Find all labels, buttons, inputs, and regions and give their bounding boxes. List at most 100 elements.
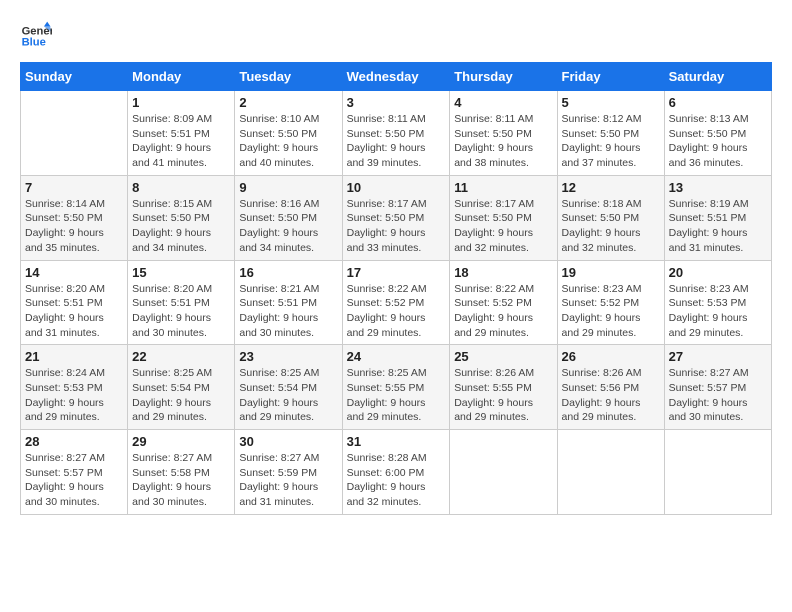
- day-number: 18: [454, 265, 552, 280]
- cell-0-4: 4 Sunrise: 8:11 AMSunset: 5:50 PMDaylight…: [450, 91, 557, 176]
- day-info: Sunrise: 8:27 AMSunset: 5:57 PMDaylight:…: [25, 451, 123, 510]
- cell-3-4: 25 Sunrise: 8:26 AMSunset: 5:55 PMDayligh…: [450, 345, 557, 430]
- day-number: 30: [239, 434, 337, 449]
- day-info: Sunrise: 8:27 AMSunset: 5:57 PMDaylight:…: [669, 366, 767, 425]
- day-number: 3: [347, 95, 446, 110]
- cell-4-3: 31 Sunrise: 8:28 AMSunset: 6:00 PMDayligh…: [342, 430, 450, 515]
- day-info: Sunrise: 8:16 AMSunset: 5:50 PMDaylight:…: [239, 197, 337, 256]
- cell-0-5: 5 Sunrise: 8:12 AMSunset: 5:50 PMDaylight…: [557, 91, 664, 176]
- cell-0-1: 1Sunrise: 8:09 AMSunset: 5:51 PMDaylight…: [128, 91, 235, 176]
- logo-icon: General Blue: [20, 20, 52, 52]
- cell-0-2: 2 Sunrise: 8:10 AMSunset: 5:50 PMDaylight…: [235, 91, 342, 176]
- day-number: 14: [25, 265, 123, 280]
- day-number: 11: [454, 180, 552, 195]
- cell-1-3: 10Sunrise: 8:17 AMSunset: 5:50 PMDayligh…: [342, 175, 450, 260]
- day-info: Sunrise: 8:20 AMSunset: 5:51 PMDaylight:…: [132, 282, 230, 341]
- cell-2-5: 19 Sunrise: 8:23 AMSunset: 5:52 PMDayligh…: [557, 260, 664, 345]
- day-info: Sunrise: 8:17 AMSunset: 5:50 PMDaylight:…: [347, 197, 446, 256]
- cell-4-2: 30Sunrise: 8:27 AMSunset: 5:59 PMDayligh…: [235, 430, 342, 515]
- cell-0-6: 6 Sunrise: 8:13 AMSunset: 5:50 PMDaylight…: [664, 91, 771, 176]
- day-number: 22: [132, 349, 230, 364]
- cell-1-0: 7Sunrise: 8:14 AMSunset: 5:50 PMDaylight…: [21, 175, 128, 260]
- day-number: 16: [239, 265, 337, 280]
- day-info: Sunrise: 8:21 AMSunset: 5:51 PMDaylight:…: [239, 282, 337, 341]
- day-info: Sunrise: 8:15 AMSunset: 5:50 PMDaylight:…: [132, 197, 230, 256]
- col-header-friday: Friday: [557, 63, 664, 91]
- logo: General Blue: [20, 20, 52, 52]
- day-info: Sunrise: 8:22 AMSunset: 5:52 PMDaylight:…: [347, 282, 446, 341]
- cell-2-1: 15 Sunrise: 8:20 AMSunset: 5:51 PMDayligh…: [128, 260, 235, 345]
- day-info: Sunrise: 8:27 AMSunset: 5:58 PMDaylight:…: [132, 451, 230, 510]
- day-info: Sunrise: 8:19 AMSunset: 5:51 PMDaylight:…: [669, 197, 767, 256]
- cell-2-4: 18 Sunrise: 8:22 AMSunset: 5:52 PMDayligh…: [450, 260, 557, 345]
- day-info: Sunrise: 8:28 AMSunset: 6:00 PMDaylight:…: [347, 451, 446, 510]
- day-number: 28: [25, 434, 123, 449]
- day-info: Sunrise: 8:12 AMSunset: 5:50 PMDaylight:…: [562, 112, 660, 171]
- week-row-3: 14 Sunrise: 8:20 AMSunset: 5:51 PMDayligh…: [21, 260, 772, 345]
- header-row: SundayMondayTuesdayWednesdayThursdayFrid…: [21, 63, 772, 91]
- day-number: 9: [239, 180, 337, 195]
- cell-1-2: 9 Sunrise: 8:16 AMSunset: 5:50 PMDaylight…: [235, 175, 342, 260]
- cell-3-3: 24Sunrise: 8:25 AMSunset: 5:55 PMDayligh…: [342, 345, 450, 430]
- day-info: Sunrise: 8:25 AMSunset: 5:54 PMDaylight:…: [132, 366, 230, 425]
- day-number: 4: [454, 95, 552, 110]
- day-info: Sunrise: 8:13 AMSunset: 5:50 PMDaylight:…: [669, 112, 767, 171]
- day-number: 19: [562, 265, 660, 280]
- day-info: Sunrise: 8:11 AMSunset: 5:50 PMDaylight:…: [454, 112, 552, 171]
- day-info: Sunrise: 8:14 AMSunset: 5:50 PMDaylight:…: [25, 197, 123, 256]
- day-info: Sunrise: 8:17 AMSunset: 5:50 PMDaylight:…: [454, 197, 552, 256]
- week-row-5: 28 Sunrise: 8:27 AMSunset: 5:57 PMDayligh…: [21, 430, 772, 515]
- cell-1-5: 12 Sunrise: 8:18 AMSunset: 5:50 PMDayligh…: [557, 175, 664, 260]
- day-info: Sunrise: 8:18 AMSunset: 5:50 PMDaylight:…: [562, 197, 660, 256]
- day-info: Sunrise: 8:22 AMSunset: 5:52 PMDaylight:…: [454, 282, 552, 341]
- cell-1-1: 8Sunrise: 8:15 AMSunset: 5:50 PMDaylight…: [128, 175, 235, 260]
- day-info: Sunrise: 8:26 AMSunset: 5:56 PMDaylight:…: [562, 366, 660, 425]
- day-number: 25: [454, 349, 552, 364]
- day-info: Sunrise: 8:25 AMSunset: 5:54 PMDaylight:…: [239, 366, 337, 425]
- calendar-header: SundayMondayTuesdayWednesdayThursdayFrid…: [21, 63, 772, 91]
- cell-3-1: 22 Sunrise: 8:25 AMSunset: 5:54 PMDayligh…: [128, 345, 235, 430]
- day-info: Sunrise: 8:10 AMSunset: 5:50 PMDaylight:…: [239, 112, 337, 171]
- day-number: 15: [132, 265, 230, 280]
- day-info: Sunrise: 8:20 AMSunset: 5:51 PMDaylight:…: [25, 282, 123, 341]
- svg-text:Blue: Blue: [22, 37, 46, 49]
- day-number: 12: [562, 180, 660, 195]
- day-number: 23: [239, 349, 337, 364]
- cell-3-5: 26 Sunrise: 8:26 AMSunset: 5:56 PMDayligh…: [557, 345, 664, 430]
- cell-2-6: 20 Sunrise: 8:23 AMSunset: 5:53 PMDayligh…: [664, 260, 771, 345]
- day-number: 29: [132, 434, 230, 449]
- cell-3-0: 21 Sunrise: 8:24 AMSunset: 5:53 PMDayligh…: [21, 345, 128, 430]
- col-header-tuesday: Tuesday: [235, 63, 342, 91]
- cell-4-0: 28 Sunrise: 8:27 AMSunset: 5:57 PMDayligh…: [21, 430, 128, 515]
- cell-3-2: 23 Sunrise: 8:25 AMSunset: 5:54 PMDayligh…: [235, 345, 342, 430]
- cell-0-3: 3Sunrise: 8:11 AMSunset: 5:50 PMDaylight…: [342, 91, 450, 176]
- day-info: Sunrise: 8:26 AMSunset: 5:55 PMDaylight:…: [454, 366, 552, 425]
- cell-1-4: 11 Sunrise: 8:17 AMSunset: 5:50 PMDayligh…: [450, 175, 557, 260]
- day-number: 2: [239, 95, 337, 110]
- day-number: 26: [562, 349, 660, 364]
- day-info: Sunrise: 8:23 AMSunset: 5:53 PMDaylight:…: [669, 282, 767, 341]
- day-number: 31: [347, 434, 446, 449]
- cell-4-4: [450, 430, 557, 515]
- calendar-body: 1Sunrise: 8:09 AMSunset: 5:51 PMDaylight…: [21, 91, 772, 515]
- week-row-4: 21 Sunrise: 8:24 AMSunset: 5:53 PMDayligh…: [21, 345, 772, 430]
- day-info: Sunrise: 8:24 AMSunset: 5:53 PMDaylight:…: [25, 366, 123, 425]
- day-number: 21: [25, 349, 123, 364]
- day-number: 24: [347, 349, 446, 364]
- day-number: 17: [347, 265, 446, 280]
- calendar-table: SundayMondayTuesdayWednesdayThursdayFrid…: [20, 62, 772, 515]
- cell-0-0: [21, 91, 128, 176]
- col-header-thursday: Thursday: [450, 63, 557, 91]
- col-header-sunday: Sunday: [21, 63, 128, 91]
- cell-1-6: 13 Sunrise: 8:19 AMSunset: 5:51 PMDayligh…: [664, 175, 771, 260]
- day-number: 20: [669, 265, 767, 280]
- day-info: Sunrise: 8:23 AMSunset: 5:52 PMDaylight:…: [562, 282, 660, 341]
- day-number: 5: [562, 95, 660, 110]
- day-number: 13: [669, 180, 767, 195]
- cell-2-0: 14 Sunrise: 8:20 AMSunset: 5:51 PMDayligh…: [21, 260, 128, 345]
- week-row-2: 7Sunrise: 8:14 AMSunset: 5:50 PMDaylight…: [21, 175, 772, 260]
- cell-4-5: [557, 430, 664, 515]
- cell-2-2: 16 Sunrise: 8:21 AMSunset: 5:51 PMDayligh…: [235, 260, 342, 345]
- cell-2-3: 17 Sunrise: 8:22 AMSunset: 5:52 PMDayligh…: [342, 260, 450, 345]
- day-number: 6: [669, 95, 767, 110]
